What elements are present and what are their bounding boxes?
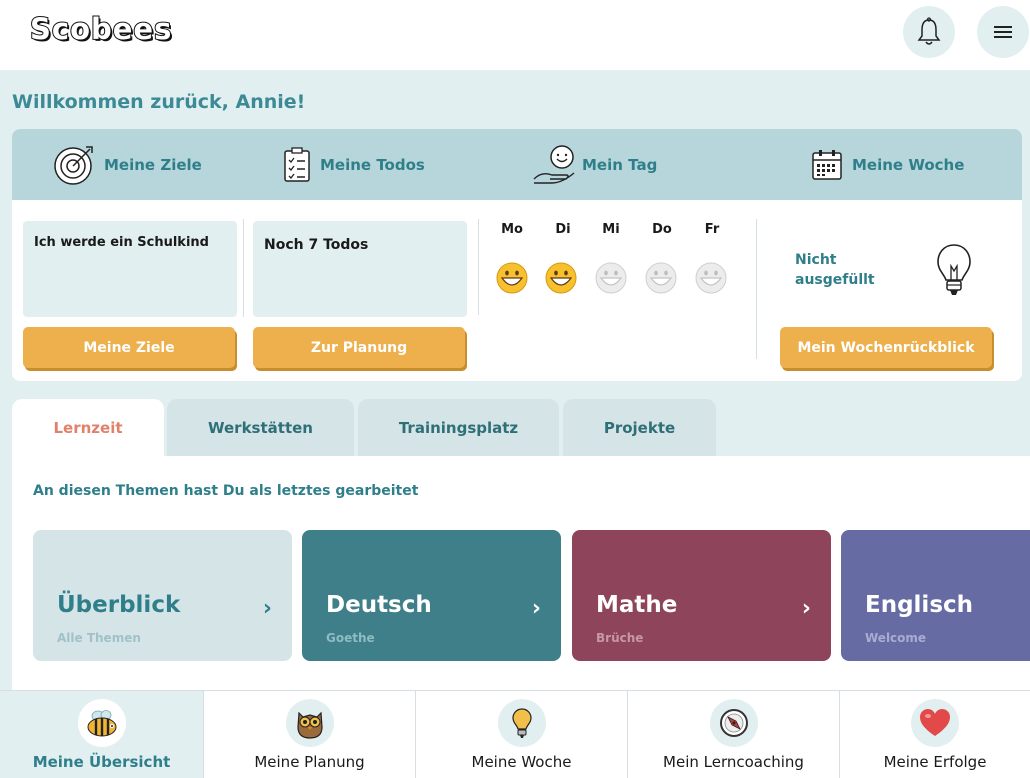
mood-empty-icon[interactable] bbox=[645, 262, 677, 294]
nav-mein-tag[interactable]: Mein Tag bbox=[532, 143, 657, 187]
lightbulb-icon bbox=[511, 708, 532, 738]
tab-projekte[interactable]: Projekte bbox=[563, 399, 716, 457]
planning-button[interactable]: Zur Planung bbox=[253, 327, 465, 368]
chevron-right-icon: › bbox=[262, 596, 272, 621]
nav-label: Meine Ziele bbox=[104, 156, 202, 174]
day-label: Do bbox=[652, 222, 672, 237]
nav-label: Meine Planung bbox=[254, 753, 365, 771]
nav-label: Meine Todos bbox=[320, 156, 425, 174]
card-title: Deutsch bbox=[326, 592, 432, 618]
tab-content: An diesen Themen hast Du als letztes gea… bbox=[12, 456, 1030, 690]
bee-icon bbox=[87, 710, 116, 737]
nav-label: Meine Erfolge bbox=[883, 753, 987, 771]
mood-happy-icon[interactable] bbox=[545, 262, 577, 294]
goal-text: Ich werde ein Schulkind bbox=[34, 235, 209, 250]
day-label: Mo bbox=[501, 222, 523, 237]
day-label: Di bbox=[555, 222, 571, 237]
divider bbox=[756, 219, 757, 359]
card-title: Mathe bbox=[596, 592, 678, 618]
nav-label: Meine Übersicht bbox=[32, 753, 171, 771]
compass-icon bbox=[719, 709, 748, 737]
app-header: Scobees bbox=[0, 0, 1030, 70]
nav-meine-ziele[interactable]: Meine Ziele bbox=[52, 143, 202, 187]
topic-card-mathe[interactable]: Mathe Brüche › bbox=[572, 530, 831, 661]
welcome-heading: Willkommen zurück, Annie! bbox=[12, 91, 306, 113]
goals-box: Ich werde ein Schulkind bbox=[23, 221, 237, 317]
card-subtitle: Brüche bbox=[596, 631, 644, 645]
nav-icon-circle bbox=[911, 699, 959, 747]
card-subtitle: Goethe bbox=[326, 631, 375, 645]
my-goals-button[interactable]: Meine Ziele bbox=[23, 327, 235, 368]
nav-label: Meine Woche bbox=[471, 753, 572, 771]
mood-empty-icon[interactable] bbox=[695, 262, 727, 294]
hamburger-icon bbox=[994, 26, 1012, 38]
nav-icon-circle bbox=[709, 699, 758, 747]
target-icon bbox=[54, 146, 93, 185]
topic-card-englisch[interactable]: Englisch Welcome bbox=[841, 530, 1030, 661]
overview-nav: Meine Ziele Meine Todos Mein Tag Meine W… bbox=[12, 129, 1022, 200]
mood-empty-icon[interactable] bbox=[595, 262, 627, 294]
bottom-nav-woche[interactable]: Meine Woche bbox=[416, 691, 628, 778]
nav-label: Mein Tag bbox=[582, 156, 658, 174]
todos-count-text: Noch 7 Todos bbox=[264, 237, 369, 253]
card-subtitle: Welcome bbox=[865, 631, 927, 645]
nav-icon-circle bbox=[497, 699, 546, 747]
day-label: Fr bbox=[704, 222, 720, 237]
owl-icon bbox=[296, 711, 323, 739]
smiley-hand-icon bbox=[533, 145, 575, 184]
day-label: Mi bbox=[602, 222, 620, 237]
card-title: Überblick bbox=[57, 592, 181, 618]
nav-icon-circle bbox=[77, 699, 126, 747]
tab-trainingsplatz[interactable]: Trainingsplatz bbox=[358, 399, 559, 457]
notifications-button[interactable] bbox=[903, 6, 955, 58]
card-subtitle: Alle Themen bbox=[57, 631, 141, 645]
app-logo[interactable]: Scobees bbox=[29, 11, 172, 47]
lightbulb-icon bbox=[937, 244, 971, 295]
recent-topics-heading: An diesen Themen hast Du als letztes gea… bbox=[33, 483, 419, 499]
calendar-icon bbox=[812, 150, 842, 180]
heart-icon bbox=[920, 709, 950, 736]
overview-panel: Meine Ziele Meine Todos Mein Tag Meine W… bbox=[12, 129, 1022, 381]
bottom-nav-planung[interactable]: Meine Planung bbox=[204, 691, 416, 778]
topic-card-ueberblick[interactable]: Überblick Alle Themen › bbox=[33, 530, 292, 661]
bell-icon bbox=[917, 17, 941, 45]
bottom-nav-uebersicht[interactable]: Meine Übersicht bbox=[0, 691, 204, 778]
tab-lernzeit[interactable]: Lernzeit bbox=[12, 399, 164, 457]
chevron-right-icon: › bbox=[801, 596, 811, 621]
bottom-nav-lerncoaching[interactable]: Mein Lerncoaching bbox=[628, 691, 840, 778]
week-status-text: Nicht ausgefüllt bbox=[795, 252, 875, 288]
bottom-nav: Meine Übersicht Meine Planung Meine Woch… bbox=[0, 690, 1030, 778]
divider bbox=[243, 219, 244, 317]
chevron-right-icon: › bbox=[531, 596, 541, 621]
nav-meine-todos[interactable]: Meine Todos bbox=[282, 143, 425, 187]
todos-box: Noch 7 Todos bbox=[253, 221, 467, 317]
nav-label: Mein Lerncoaching bbox=[663, 753, 804, 771]
divider bbox=[478, 219, 479, 315]
tab-werkstaetten[interactable]: Werkstätten bbox=[167, 399, 354, 457]
bottom-nav-erfolge[interactable]: Meine Erfolge bbox=[840, 691, 1030, 778]
menu-button[interactable] bbox=[977, 6, 1029, 58]
nav-label: Meine Woche bbox=[852, 156, 965, 174]
checklist-icon bbox=[284, 147, 310, 182]
nav-meine-woche[interactable]: Meine Woche bbox=[810, 143, 964, 187]
card-title: Englisch bbox=[865, 592, 974, 618]
topic-card-deutsch[interactable]: Deutsch Goethe › bbox=[302, 530, 561, 661]
weekly-review-button[interactable]: Mein Wochenrückblick bbox=[780, 327, 992, 368]
mood-happy-icon[interactable] bbox=[496, 262, 528, 294]
nav-icon-circle bbox=[285, 699, 334, 747]
